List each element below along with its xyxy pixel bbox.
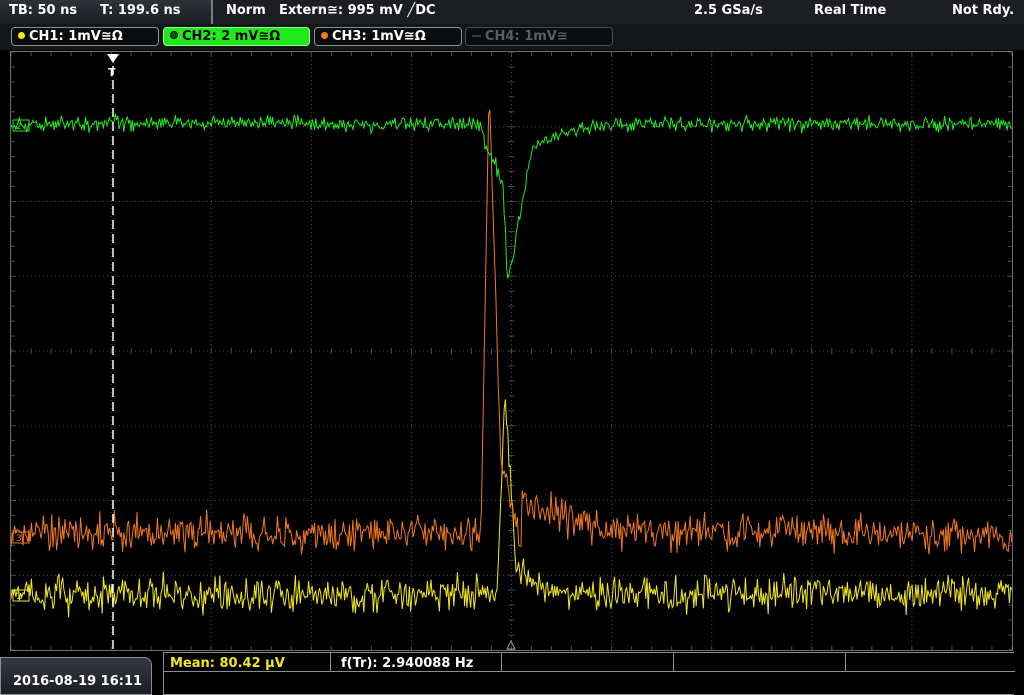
timebase-panel[interactable]: TB: 50 ns T: 199.6 ns [0, 0, 213, 24]
sample-rate: 2.5 GSa/s [694, 3, 763, 18]
channel-1-color-dot-icon [18, 32, 25, 39]
measurement-cell-mean[interactable]: Mean: 80.42 µV [164, 653, 331, 671]
waveform-canvas[interactable]: 2 3 1 T [11, 52, 1012, 650]
acquisition-status: Not Rdy. [952, 3, 1015, 18]
graticule [11, 52, 1012, 650]
channel-3-color-dot-icon [321, 32, 328, 39]
datetime-panel: 2016-08-19 16:11 [0, 657, 152, 695]
measurement-cell-empty-3[interactable] [846, 653, 1015, 671]
channel-3-label: CH3: 1mV≅Ω [332, 29, 426, 44]
timebase-readout: TB: 50 ns [9, 3, 78, 18]
channel-2-button[interactable]: CH2: 2 mV≅Ω [163, 27, 310, 46]
waveform-display[interactable]: 2 3 1 T [10, 51, 1013, 651]
trigger-source[interactable]: Extern≅: 995 mV ╱DC [279, 3, 436, 18]
channel-4-button[interactable]: CH4: 1mV≅ [465, 27, 613, 46]
channel-4-label: CH4: 1mV≅ [485, 29, 568, 44]
trigger-frequency-measurement: f(Tr): 2.940088 Hz [341, 656, 474, 671]
datetime-readout: 2016-08-19 16:11 [13, 674, 143, 689]
trigger-time-readout: T: 199.6 ns [100, 3, 181, 18]
channel-2-color-dot-icon [170, 31, 178, 39]
trigger-mode[interactable]: Norm [226, 3, 266, 18]
channel-1-label: CH1: 1mV≅Ω [29, 29, 123, 44]
svg-text:3: 3 [16, 534, 22, 544]
measurement-cell-empty-1[interactable] [502, 653, 674, 671]
channel-2-label: CH2: 2 mV≅Ω [182, 29, 281, 44]
acquisition-mode: Real Time [814, 3, 887, 18]
measurement-cell-empty-2[interactable] [674, 653, 846, 671]
trigger-position-marker[interactable]: T [107, 54, 119, 650]
top-status-bar: TB: 50 ns T: 199.6 ns Norm Extern≅: 995 … [0, 0, 1024, 24]
measurement-cell-frequency[interactable]: f(Tr): 2.940088 Hz [331, 653, 502, 671]
mean-measurement: Mean: 80.42 µV [170, 656, 285, 671]
channel-4-off-icon [472, 35, 481, 37]
trigger-marker-label: T [108, 66, 116, 79]
measurement-row-divider [164, 671, 1015, 672]
measurement-panel[interactable]: Mean: 80.42 µV f(Tr): 2.940088 Hz [163, 652, 1015, 695]
channel-1-button[interactable]: CH1: 1mV≅Ω [11, 27, 159, 46]
channel-3-button[interactable]: CH3: 1mV≅Ω [314, 27, 462, 46]
